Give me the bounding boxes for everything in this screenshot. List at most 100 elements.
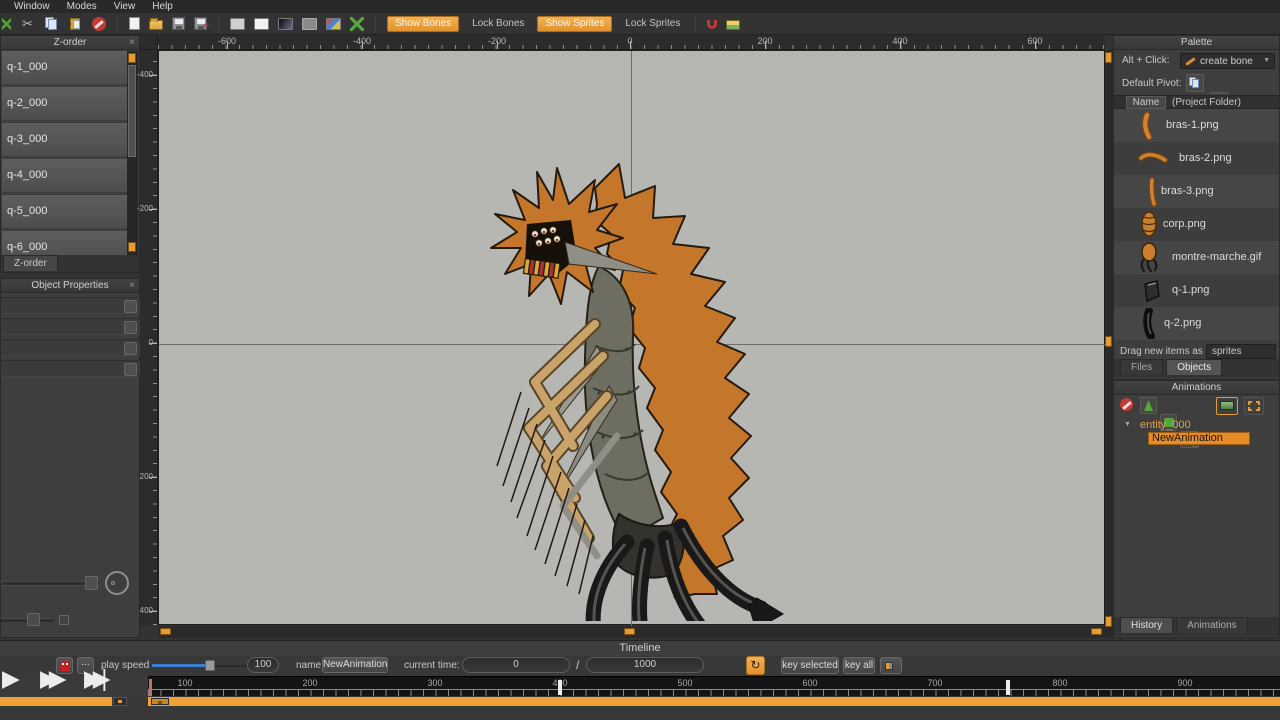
key-selected-button[interactable]: key selected	[781, 657, 839, 674]
fast-forward-button[interactable]: ▶▶	[40, 665, 57, 692]
delete-icon[interactable]	[92, 16, 106, 32]
open-folder-icon[interactable]	[149, 16, 163, 32]
animation-name-input[interactable]: NewAnimation	[322, 657, 388, 673]
file-row[interactable]: q-2.png	[1114, 307, 1279, 340]
property-slider[interactable]	[1, 339, 141, 356]
lock-sprites-button[interactable]: Lock Sprites	[621, 16, 684, 32]
creature-sprite[interactable]	[477, 146, 797, 621]
name-column-header[interactable]: Name	[1126, 96, 1166, 109]
timeline-scroll-bar[interactable]	[148, 697, 1280, 706]
menu-window[interactable]: Window	[14, 0, 50, 13]
menu-help[interactable]: Help	[152, 0, 173, 13]
file-row[interactable]: q-1.png	[1114, 274, 1279, 307]
property-slider[interactable]	[1, 360, 141, 377]
file-row[interactable]: montre-marche.gif	[1114, 241, 1279, 274]
new-entity-icon[interactable]	[1140, 397, 1157, 414]
object-properties-titlebar[interactable]: Object Properties ×	[1, 279, 139, 293]
current-time-input[interactable]: 0	[462, 657, 570, 673]
save-as-icon[interactable]: +	[194, 16, 207, 32]
file-row[interactable]: bras-3.png	[1114, 175, 1279, 208]
lock-bones-button[interactable]: Lock Bones	[468, 16, 528, 32]
create-bone-dropdown[interactable]: create bone ▼	[1180, 53, 1275, 69]
close-icon[interactable]: ×	[129, 36, 135, 49]
tab-history[interactable]: History	[1120, 617, 1173, 633]
angle-dial[interactable]	[105, 571, 129, 595]
playback-monster-button[interactable]	[56, 657, 73, 674]
keyframe-icon-button[interactable]	[880, 657, 902, 674]
drag-items-dropdown[interactable]: sprites	[1206, 344, 1276, 359]
expander-icon[interactable]: ▼	[1124, 421, 1131, 428]
v-scroll-bottom-handle[interactable]	[1105, 616, 1112, 627]
keyframe-marker[interactable]	[1006, 680, 1010, 695]
canvas-vertical-scrollbar[interactable]	[1105, 50, 1113, 638]
view-mode-2-icon[interactable]	[254, 16, 269, 32]
show-sprites-button[interactable]: Show Sprites	[537, 16, 612, 32]
palette-titlebar[interactable]: Palette	[1114, 36, 1279, 50]
mini-slider-handle[interactable]	[27, 613, 40, 626]
cut-icon[interactable]: ✂	[20, 16, 35, 32]
tab-objects[interactable]: Objects	[1166, 359, 1222, 375]
timeline-scroll-handle[interactable]	[151, 698, 169, 705]
key-all-button[interactable]: key all	[843, 657, 875, 674]
timeline-titlebar[interactable]: Timeline	[0, 641, 1280, 656]
preview-monitor-button[interactable]	[1216, 397, 1238, 415]
property-slider[interactable]	[1, 297, 141, 314]
zorder-scrollbar[interactable]	[127, 51, 138, 256]
entity-name[interactable]: entity_000	[1140, 419, 1191, 431]
timeline-ruler[interactable]: 100 200 300 400 500 600 700 800 900	[148, 676, 1280, 696]
snap-magnet-icon[interactable]	[707, 16, 717, 32]
h-scroll-left-handle[interactable]	[160, 628, 171, 635]
animation-item-selected[interactable]: NewAnimation	[1148, 432, 1250, 445]
view-mode-5-icon[interactable]	[326, 16, 341, 32]
h-scroll-mid-handle[interactable]	[624, 628, 635, 635]
entity-tree-row[interactable]: ▼ entity_000	[1114, 419, 1279, 433]
zorder-item[interactable]: q-3_000	[2, 123, 128, 156]
view-mode-3-icon[interactable]	[278, 16, 293, 32]
transport-scroll-box[interactable]	[113, 697, 127, 706]
copy-icon[interactable]	[44, 16, 59, 32]
fit-view-icon[interactable]	[350, 16, 364, 32]
fit-animation-button[interactable]	[1244, 397, 1264, 415]
zorder-item[interactable]: q-2_000	[2, 87, 128, 120]
play-speed-handle[interactable]	[205, 660, 215, 671]
canvas-horizontal-scrollbar[interactable]	[158, 626, 1105, 638]
scrollbar-bottom-cap[interactable]	[128, 242, 136, 252]
zorder-item[interactable]: q-1_000	[2, 51, 128, 84]
tab-animations[interactable]: Animations	[1176, 617, 1247, 633]
view-mode-1-icon[interactable]	[230, 16, 245, 32]
play-button[interactable]: ▶	[2, 665, 17, 692]
paste-icon[interactable]	[68, 16, 83, 32]
file-row[interactable]: bras-1.png	[1114, 109, 1279, 142]
image-folder-icon[interactable]	[726, 16, 740, 32]
alpha-slider-handle[interactable]	[85, 576, 98, 590]
delete-animation-icon[interactable]	[1120, 398, 1133, 411]
mini-toggle-box[interactable]	[59, 615, 69, 625]
h-scroll-right-handle[interactable]	[1091, 628, 1102, 635]
keyframe-marker[interactable]	[558, 680, 562, 695]
tab-files[interactable]: Files	[1120, 359, 1163, 375]
canvas-viewport[interactable]	[158, 50, 1105, 625]
zorder-item[interactable]: q-5_000	[2, 195, 128, 228]
v-scroll-top-handle[interactable]	[1105, 52, 1112, 63]
skip-to-end-button[interactable]: ▶▶|	[84, 665, 98, 692]
menu-modes[interactable]: Modes	[67, 0, 97, 13]
transport-scroll-bar[interactable]	[0, 697, 112, 706]
playhead-marker[interactable]	[149, 679, 152, 696]
loop-playback-button[interactable]: ↻	[746, 656, 765, 675]
property-slider[interactable]	[1, 318, 141, 335]
menu-view[interactable]: View	[114, 0, 136, 13]
show-bones-button[interactable]: Show Bones	[387, 16, 459, 32]
file-row[interactable]: corp.png	[1114, 208, 1279, 241]
zorder-tab[interactable]: Z-order	[3, 255, 58, 271]
animations-titlebar[interactable]: Animations	[1114, 381, 1279, 395]
scrollbar-thumb[interactable]	[128, 65, 136, 157]
new-file-icon[interactable]	[129, 16, 140, 32]
pivot-mode-1-button[interactable]	[1186, 74, 1204, 92]
file-row[interactable]: bras-2.png	[1114, 142, 1279, 175]
close-icon[interactable]: ×	[129, 279, 135, 292]
zorder-titlebar[interactable]: Z-order ×	[1, 36, 139, 50]
zorder-item[interactable]: q-6_000	[2, 231, 128, 256]
zorder-item[interactable]: q-4_000	[2, 159, 128, 192]
save-icon[interactable]	[172, 16, 185, 32]
play-speed-value[interactable]: 100	[247, 657, 279, 673]
